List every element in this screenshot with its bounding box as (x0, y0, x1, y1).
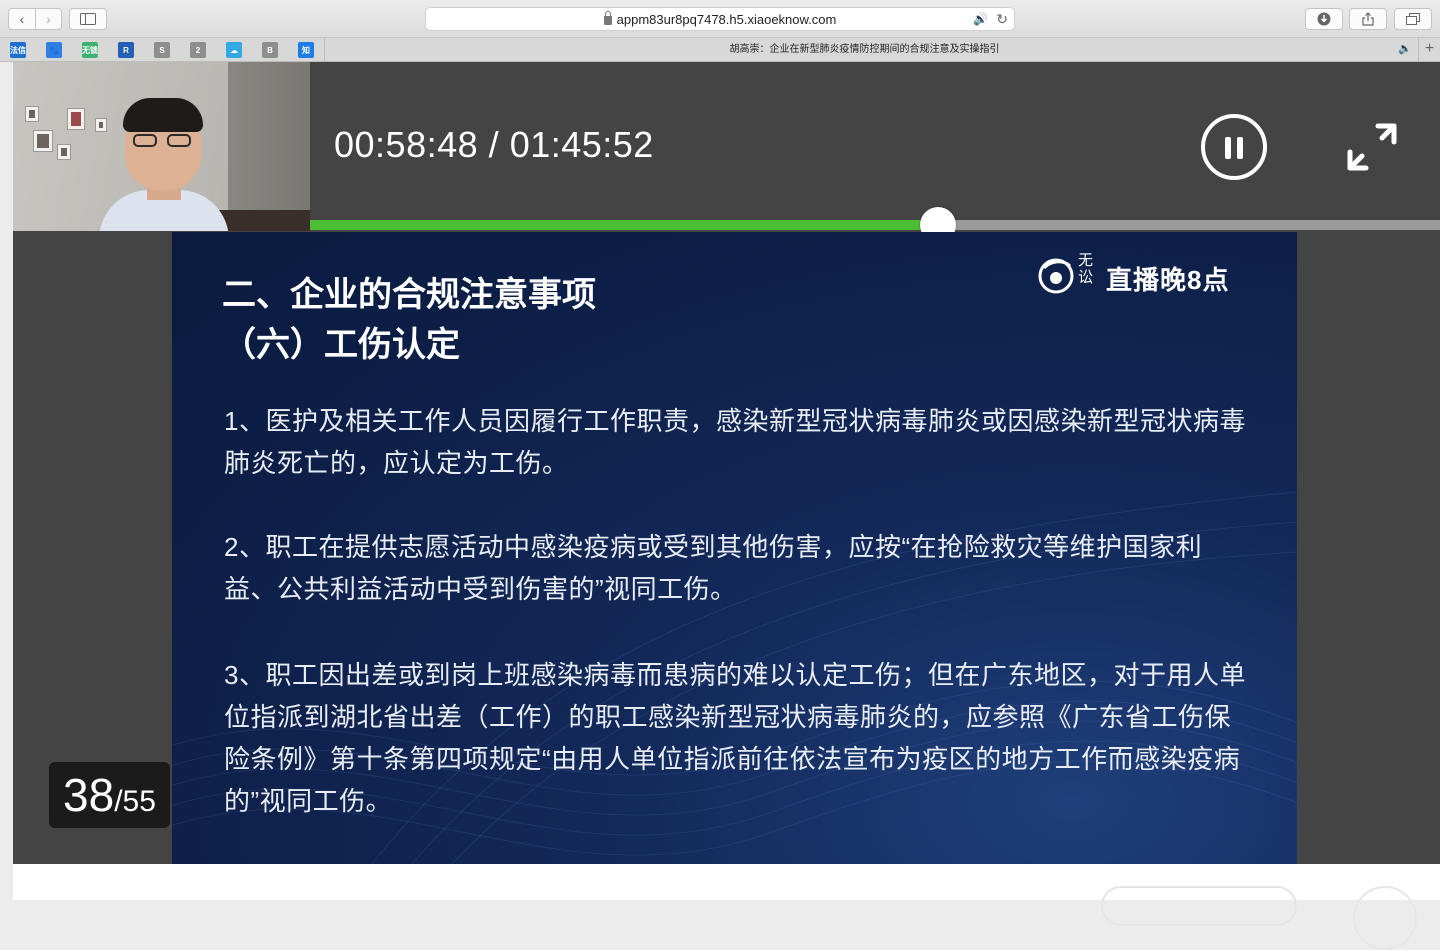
favorite-2-icon[interactable]: 2 (190, 42, 206, 58)
chevron-right-icon: › (46, 11, 51, 27)
favorite-cloud-icon[interactable]: ☁ (226, 42, 242, 58)
wall-photo (25, 106, 39, 122)
sidebar-icon (80, 13, 96, 25)
wall-photo (33, 130, 53, 152)
sidebar-toggle-button[interactable] (69, 8, 107, 30)
slide-page-counter: 38 /55 (49, 762, 170, 828)
browser-toolbar: ‹ › appm83ur8pq7478.h5.xiaoeknow.com 🔊 ↻ (0, 0, 1440, 38)
forward-button[interactable]: › (34, 9, 61, 29)
plus-icon: + (1424, 40, 1435, 57)
slide-subheading: （六）工伤认定 (222, 326, 460, 364)
fullscreen-button[interactable] (1346, 122, 1398, 172)
favorite-zhihu-icon[interactable]: 知 (298, 42, 314, 58)
presentation-slide: 二、企业的合规注意事项 （六）工伤认定 无讼 直播晚8点 1、医护及相关工作人员… (172, 232, 1297, 864)
progress-bar[interactable] (310, 207, 1440, 243)
tabs-icon (1406, 13, 1420, 25)
favorite-b-icon[interactable]: B (262, 42, 278, 58)
speaker-icon[interactable]: 🔊 (973, 12, 988, 26)
slide-heading: 二、企业的合规注意事项 (222, 276, 596, 314)
url-text: appm83ur8pq7478.h5.xiaoeknow.com (616, 11, 837, 27)
bottom-circle-button[interactable] (1353, 886, 1417, 950)
bottom-pill-button[interactable] (1101, 886, 1297, 926)
reload-icon[interactable]: ↻ (996, 11, 1008, 28)
new-tab-button[interactable]: + (1418, 38, 1440, 62)
share-icon (1362, 12, 1374, 26)
wusong-logo-icon (1038, 258, 1074, 294)
pause-button[interactable] (1201, 114, 1267, 180)
favorite-r-icon[interactable]: R (118, 42, 134, 58)
slide-paragraph-3: 3、职工因出差或到岗上班感染病毒而患病的难以认定工伤；但在广东地区，对于用人单位… (224, 660, 1246, 816)
tab-title: 胡高崇：企业在新型肺炎疫情防控期间的合规注意及实操指引 (729, 44, 1000, 55)
brand-logo: 无讼 直播晚8点 (1034, 248, 1264, 304)
progress-fill (310, 220, 938, 230)
left-margin (0, 62, 13, 900)
bottom-panel (13, 864, 1440, 950)
webcam-video[interactable] (13, 62, 310, 231)
favorite-s-icon[interactable]: S (154, 42, 170, 58)
download-icon (1317, 12, 1331, 26)
slide-paragraph-1: 1、医护及相关工作人员因履行工作职责，感染新型冠状病毒肺炎或因感染新型冠状病毒肺… (224, 406, 1246, 478)
brand-text: 直播晚8点 (1106, 265, 1230, 295)
chevron-left-icon: ‹ (19, 11, 25, 27)
active-tab[interactable]: 胡高崇：企业在新型肺炎疫情防控期间的合规注意及实操指引 (324, 38, 1404, 62)
time-total: 01:45:52 (509, 124, 654, 165)
page-current: 38 (63, 769, 115, 821)
back-button[interactable]: ‹ (9, 9, 35, 29)
tabs-overview-button[interactable] (1394, 8, 1432, 30)
time-display: 00:58:48 / 01:45:52 (334, 124, 654, 166)
favorite-baidu-icon[interactable]: 🐾 (46, 42, 62, 58)
tab-audio-icon[interactable]: 🔈 (1398, 42, 1412, 55)
slide-paragraph-2: 2、职工在提供志愿活动中感染疫病或受到其他伤害，应按“在抢险救灾等维护国家利益、… (224, 532, 1203, 604)
glasses (133, 134, 193, 148)
tab-bar: 法信 🐾 无锁 R S 2 ☁ B 知 胡高崇：企业在新型肺炎疫情防控期间的合规… (0, 38, 1440, 62)
downloads-button[interactable] (1305, 8, 1343, 30)
wall-photo (67, 108, 85, 130)
favorite-fa-xin-icon[interactable]: 法信 (10, 42, 26, 58)
favorite-wusong-icon[interactable]: 无锁 (82, 42, 98, 58)
fullscreen-icon (1347, 123, 1397, 171)
time-current: 00:58:48 (334, 124, 479, 165)
nav-buttons: ‹ › (8, 8, 62, 30)
address-bar[interactable]: appm83ur8pq7478.h5.xiaoeknow.com 🔊 ↻ (425, 7, 1015, 31)
brand-small-text: 无讼 (1078, 252, 1094, 286)
page-total: /55 (114, 785, 156, 818)
lock-icon (603, 10, 612, 25)
share-button[interactable] (1349, 8, 1387, 30)
time-separator: / (488, 124, 500, 165)
wall-photo (57, 144, 71, 160)
live-player: 00:58:48 / 01:45:52 二、企业的合规注意事项 （六）工伤认定 … (0, 62, 1440, 950)
wall-photo (95, 118, 107, 132)
